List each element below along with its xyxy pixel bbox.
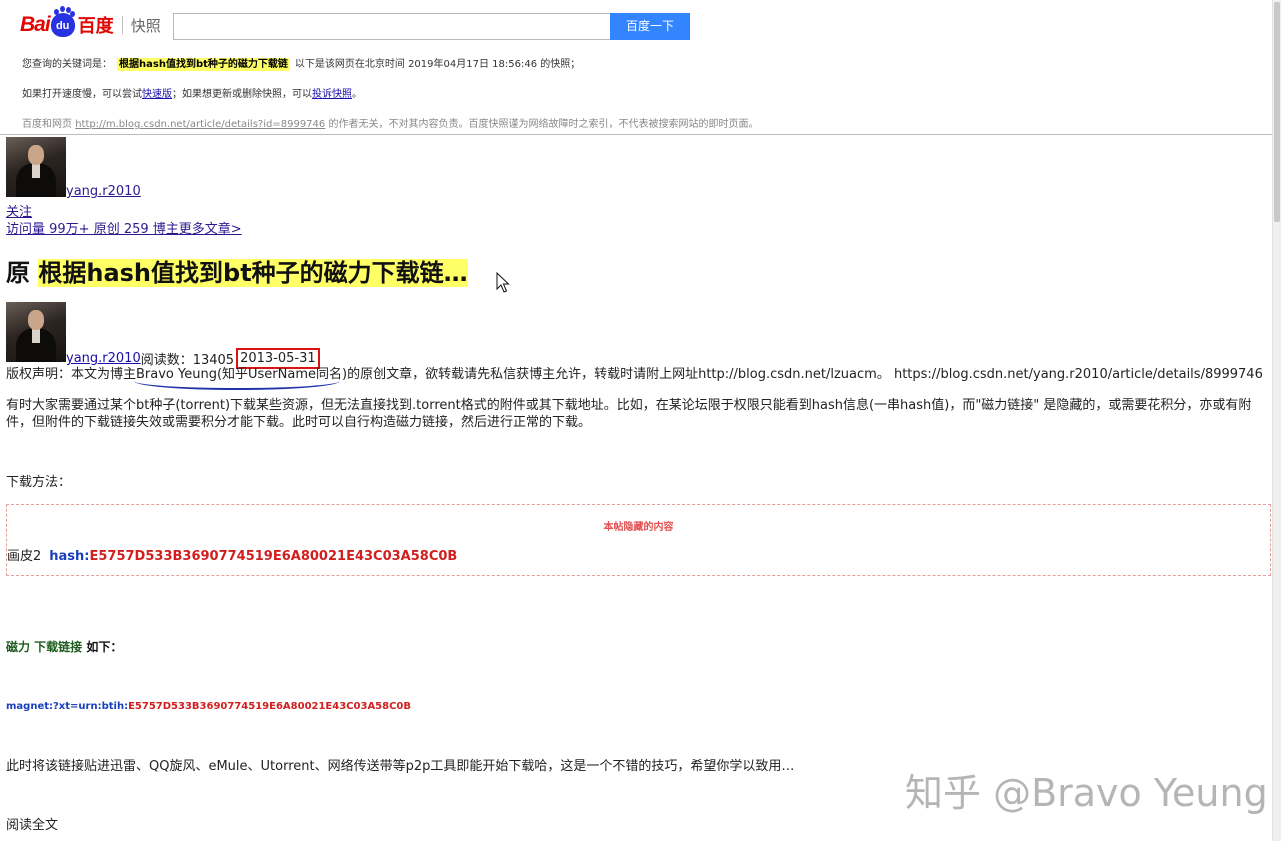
scrollbar-thumb[interactable] (1274, 2, 1280, 222)
hidden-content-box: 本帖隐藏的内容 画皮2 hash:E5757D533B3690774519E6A8… (6, 504, 1271, 576)
baidu-cache-header: Bai du 百度 快照 百度一下 您查询的关键词是： 根据hash值找到bt种子… (0, 0, 1272, 135)
cache-keyword-line: 您查询的关键词是： 根据hash值找到bt种子的磁力下载链 以下是该网页在北京时间 … (22, 55, 581, 71)
update-text: ；如果想更新或删除快照，可以 (172, 89, 312, 100)
usage-tip: 此时将该链接贴进迅雷、QQ旋风、eMule、Utorrent、网络传送带等p2p… (6, 759, 795, 774)
author-avatar[interactable] (6, 137, 66, 197)
resource-name: 画皮2 (7, 549, 42, 564)
logo-kuaizhao: 快照 (130, 16, 161, 35)
search-button[interactable]: 百度一下 (610, 13, 690, 40)
magnet-prefix: magnet:?xt=urn:btih: (6, 701, 129, 712)
fast-version-link[interactable]: 快速版 (142, 89, 172, 100)
snapshot-time-text: 以下是该网页在北京时间 2019年04月17日 18:56:46 的快照； (294, 59, 581, 70)
mouse-cursor-icon (496, 272, 510, 293)
author-avatar-small[interactable] (6, 302, 66, 362)
baidu-paw-icon: du (50, 9, 75, 37)
complain-snapshot-link[interactable]: 投诉快照 (312, 89, 352, 100)
keyword-highlight: 根据hash值找到bt种子的磁力下载链 (117, 58, 290, 71)
copyright-underline-annotation (134, 372, 340, 390)
meta-author-link[interactable]: yang.r2010 (66, 351, 141, 366)
cache-speed-line: 如果打开速度慢，可以尝试快速版；如果想更新或删除快照，可以投诉快照。 (22, 85, 362, 100)
keyword-prefix: 您查询的关键词是： (22, 59, 112, 70)
disclaimer-text: 的作者无关，不对其内容负责。百度快照谨为网络故障时之索引，不代表被搜索网站的即时… (328, 119, 759, 130)
search-input[interactable] (173, 13, 610, 40)
download-method-heading: 下载方法： (6, 475, 72, 490)
original-badge: 原 (6, 259, 39, 287)
cache-disclaimer-line: 百度和网页 http://m.blog.csdn.net/article/det… (22, 115, 758, 130)
disclaimer-prefix: 百度和网页 (22, 119, 72, 130)
title-highlight: 根据hash值找到bt种子的磁力下载链… (38, 259, 468, 287)
author-stats-link[interactable]: 访问量 99万+ 原创 259 博主更多文章> (6, 218, 242, 237)
magnet-hash: E5757D533B3690774519E6A80021E43C03A58C0B (128, 701, 412, 712)
period-text: 。 (352, 89, 362, 100)
hash-value: E5757D533B3690774519E6A80021E43C03A58C0B (89, 549, 458, 564)
hidden-hash-row: 画皮2 hash:E5757D533B3690774519E6A80021E43C… (7, 545, 457, 564)
original-url-link[interactable]: http://m.blog.csdn.net/article/details?i… (75, 119, 325, 130)
magnet-heading: 磁力 下载链接 如下： (6, 638, 122, 655)
magnet-link-text: magnet:?xt=urn:btih:E5757D533B3690774519… (6, 701, 411, 712)
logo-baidu-cn: 百度 (77, 16, 114, 37)
zhihu-watermark: 知乎 @Bravo Yeung (905, 771, 1268, 815)
logo-divider (121, 16, 123, 34)
magnet-heading-main: 磁力 下载链接 (6, 640, 83, 654)
logo-bai-text: Bai (20, 13, 51, 36)
hash-key-label: hash: (49, 549, 90, 564)
article-intro: 有时大家需要通过某个bt种子(torrent)下载某些资源，但无法直接找到.to… (6, 398, 1252, 430)
magnet-heading-suffix: 如下： (82, 640, 123, 654)
read-all-link[interactable]: 阅读全文 (6, 817, 58, 834)
speed-text: 如果打开速度慢，可以尝试 (22, 89, 142, 100)
baidu-logo[interactable]: Bai du 百度 快照 (20, 9, 161, 40)
hidden-content-label: 本帖隐藏的内容 (603, 522, 674, 533)
vertical-scrollbar[interactable] (1272, 0, 1281, 841)
article-title: 原 根据hash值找到bt种子的磁力下载链… (6, 253, 468, 288)
author-name-link[interactable]: yang.r2010 (66, 184, 141, 199)
